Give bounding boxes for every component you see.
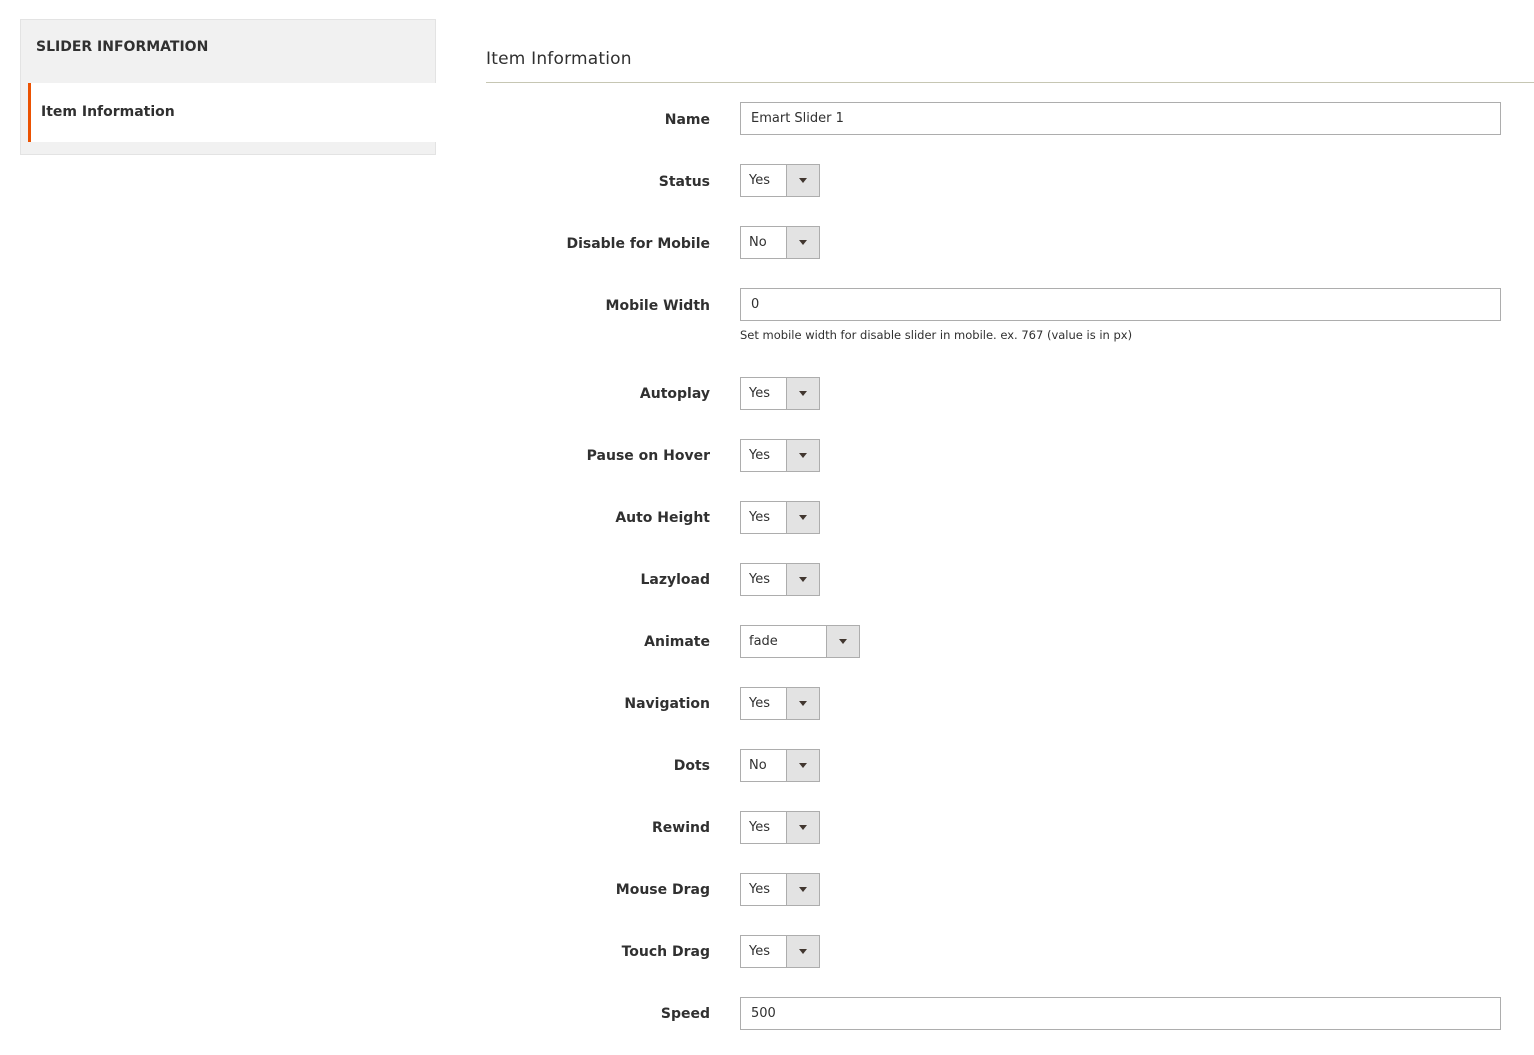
mouse-drag-select-value: Yes (749, 882, 770, 897)
pause-on-hover-label: Pause on Hover (586, 448, 710, 464)
autoplay-label: Autoplay (639, 386, 710, 402)
sidebar: SLIDER INFORMATION Item Information (20, 19, 436, 155)
chevron-down-icon (786, 564, 819, 595)
dots-select-value: No (749, 758, 767, 773)
animate-label: Animate (644, 634, 710, 650)
sidebar-item-label: Item Information (41, 104, 175, 120)
status-select[interactable]: Yes (740, 164, 820, 197)
mobile-width-input[interactable] (740, 288, 1501, 321)
section-title: Item Information (486, 49, 632, 69)
rewind-select-value: Yes (749, 820, 770, 835)
pause-on-hover-select[interactable]: Yes (740, 439, 820, 472)
disable-mobile-label: Disable for Mobile (566, 236, 710, 252)
lazyload-select[interactable]: Yes (740, 563, 820, 596)
dots-label: Dots (673, 758, 710, 774)
navigation-label: Navigation (624, 696, 710, 712)
mouse-drag-select[interactable]: Yes (740, 873, 820, 906)
name-label: Name (664, 112, 710, 128)
section-divider (486, 82, 1534, 83)
animate-select[interactable]: fade (740, 625, 860, 658)
name-input[interactable] (740, 102, 1501, 135)
lazyload-select-value: Yes (749, 572, 770, 587)
speed-input[interactable] (740, 997, 1501, 1030)
auto-height-select[interactable]: Yes (740, 501, 820, 534)
animate-select-value: fade (749, 634, 778, 649)
navigation-select-value: Yes (749, 696, 770, 711)
chevron-down-icon (786, 874, 819, 905)
touch-drag-select-value: Yes (749, 944, 770, 959)
mouse-drag-label: Mouse Drag (615, 882, 710, 898)
autoplay-select-value: Yes (749, 386, 770, 401)
chevron-down-icon (786, 688, 819, 719)
status-label: Status (658, 174, 710, 190)
touch-drag-select[interactable]: Yes (740, 935, 820, 968)
chevron-down-icon (786, 502, 819, 533)
chevron-down-icon (786, 936, 819, 967)
chevron-down-icon (786, 378, 819, 409)
sidebar-item-item-information[interactable]: Item Information (28, 83, 436, 142)
navigation-select[interactable]: Yes (740, 687, 820, 720)
status-select-value: Yes (749, 173, 770, 188)
rewind-select[interactable]: Yes (740, 811, 820, 844)
rewind-label: Rewind (652, 820, 710, 836)
chevron-down-icon (786, 750, 819, 781)
sidebar-title: SLIDER INFORMATION (36, 39, 209, 55)
pause-on-hover-select-value: Yes (749, 448, 770, 463)
chevron-down-icon (826, 626, 859, 657)
chevron-down-icon (786, 440, 819, 471)
speed-label: Speed (660, 1006, 710, 1022)
chevron-down-icon (786, 165, 819, 196)
auto-height-select-value: Yes (749, 510, 770, 525)
disable-mobile-select-value: No (749, 235, 767, 250)
mobile-width-label: Mobile Width (605, 298, 710, 314)
autoplay-select[interactable]: Yes (740, 377, 820, 410)
chevron-down-icon (786, 227, 819, 258)
disable-mobile-select[interactable]: No (740, 226, 820, 259)
mobile-width-note: Set mobile width for disable slider in m… (740, 328, 1133, 342)
lazyload-label: Lazyload (640, 572, 710, 588)
touch-drag-label: Touch Drag (621, 944, 710, 960)
auto-height-label: Auto Height (615, 510, 710, 526)
dots-select[interactable]: No (740, 749, 820, 782)
chevron-down-icon (786, 812, 819, 843)
